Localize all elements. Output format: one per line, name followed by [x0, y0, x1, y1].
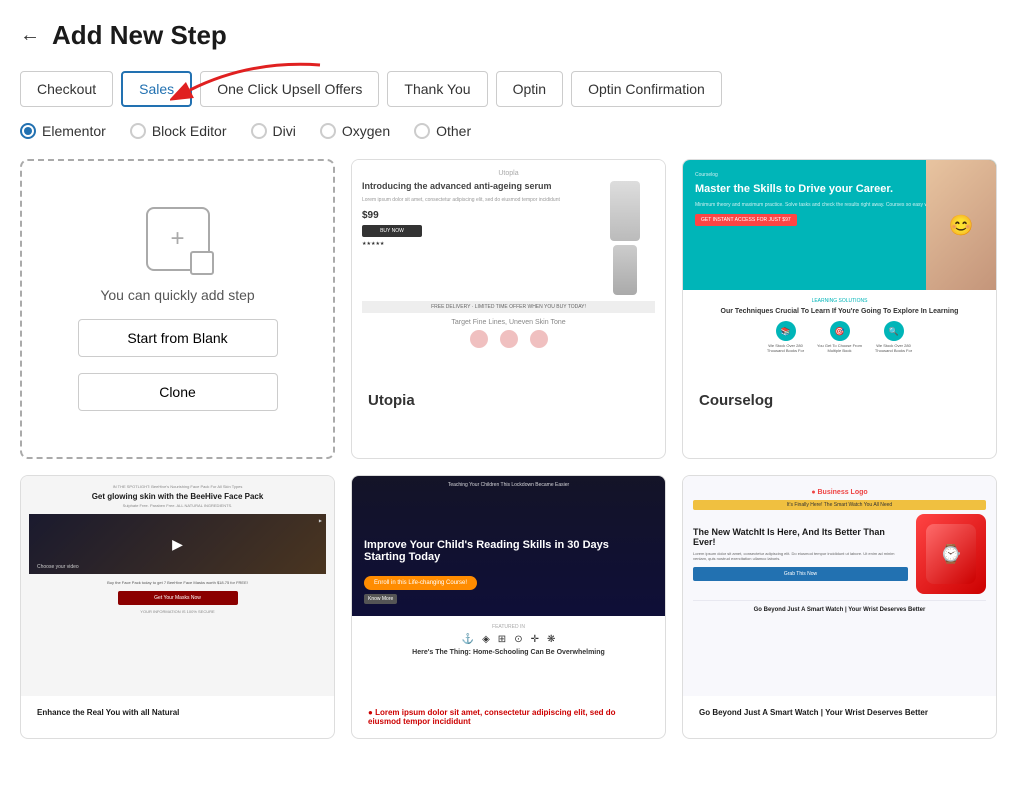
radio-circle-other	[414, 123, 430, 139]
radio-block_editor[interactable]: Block Editor	[130, 123, 227, 139]
radio-label-elementor: Elementor	[42, 123, 106, 139]
header: ← Add New Step	[20, 20, 997, 51]
tab-one_click[interactable]: One Click Upsell Offers	[200, 71, 379, 107]
radio-elementor[interactable]: Elementor	[20, 123, 106, 139]
tab-sales[interactable]: Sales	[121, 71, 192, 107]
template-name-beehive: Enhance the Real You with all Natural	[21, 696, 334, 729]
blank-card[interactable]: + You can quickly add step Start from Bl…	[20, 159, 335, 459]
radio-label-block_editor: Block Editor	[152, 123, 227, 139]
tab-optin_confirmation[interactable]: Optin Confirmation	[571, 71, 722, 107]
template-preview-beehive: IN THE SPOTLIGHT: BeeHive's Nourishing F…	[21, 476, 334, 696]
blank-card-text: You can quickly add step	[100, 287, 254, 303]
template-name-watch: Go Beyond Just A Smart Watch | Your Wris…	[683, 696, 996, 729]
page-title: Add New Step	[52, 20, 227, 51]
radio-circle-oxygen	[320, 123, 336, 139]
radio-circle-block_editor	[130, 123, 146, 139]
template-preview-courselog: Courselog Master the Skills to Drive you…	[683, 160, 996, 380]
template-card-reading[interactable]: Teaching Your Children This Lockdown Bec…	[351, 475, 666, 739]
template-card-beehive[interactable]: IN THE SPOTLIGHT: BeeHive's Nourishing F…	[20, 475, 335, 739]
template-preview-utopia: Utopla Introducing the advanced anti-age…	[352, 160, 665, 380]
template-card-watch[interactable]: ● Business Logo It's Finally Here! The S…	[682, 475, 997, 739]
tab-optin[interactable]: Optin	[496, 71, 563, 107]
radio-circle-divi	[251, 123, 267, 139]
template-card-utopia[interactable]: Utopla Introducing the advanced anti-age…	[351, 159, 666, 459]
radio-divi[interactable]: Divi	[251, 123, 296, 139]
tabs-row: CheckoutSalesOne Click Upsell OffersThan…	[20, 71, 997, 107]
add-step-icon: +	[146, 207, 210, 271]
tab-thank_you[interactable]: Thank You	[387, 71, 487, 107]
template-name-utopia: Utopia	[352, 380, 665, 421]
templates-grid: + You can quickly add step Start from Bl…	[20, 159, 997, 739]
clone-button[interactable]: Clone	[78, 373, 278, 411]
radio-other[interactable]: Other	[414, 123, 471, 139]
radio-circle-elementor	[20, 123, 36, 139]
template-name-reading: ● Lorem ipsum dolor sit amet, consectetu…	[352, 696, 665, 738]
radio-oxygen[interactable]: Oxygen	[320, 123, 390, 139]
page-wrapper: ← Add New Step CheckoutSalesOne Click Up…	[0, 0, 1017, 794]
template-preview-watch: ● Business Logo It's Finally Here! The S…	[683, 476, 996, 696]
back-button[interactable]: ←	[20, 24, 40, 47]
radio-label-divi: Divi	[273, 123, 296, 139]
template-preview-reading: Teaching Your Children This Lockdown Bec…	[352, 476, 665, 696]
tab-checkout[interactable]: Checkout	[20, 71, 113, 107]
start-blank-button[interactable]: Start from Blank	[78, 319, 278, 357]
radio-label-other: Other	[436, 123, 471, 139]
template-name-courselog: Courselog	[683, 380, 996, 421]
plus-icon: +	[170, 225, 184, 253]
template-card-courselog[interactable]: Courselog Master the Skills to Drive you…	[682, 159, 997, 459]
radio-row: Elementor Block Editor Divi Oxygen Other	[20, 123, 997, 139]
radio-label-oxygen: Oxygen	[342, 123, 390, 139]
